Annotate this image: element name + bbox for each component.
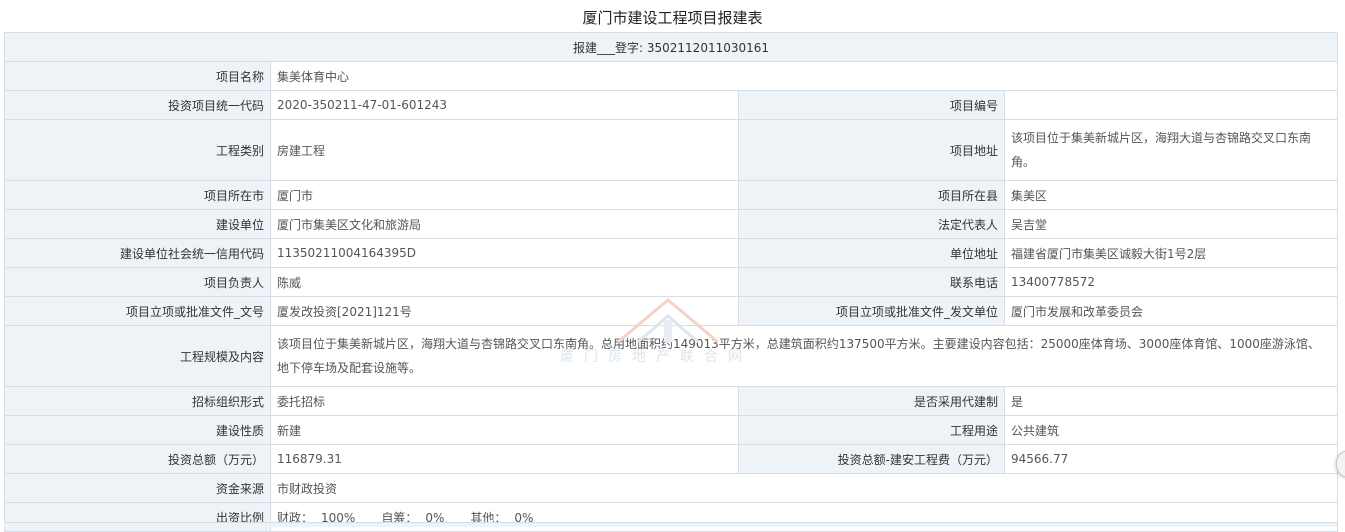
unit-address-value: 福建省厦门市集美区诚毅大街1号2层 <box>1003 238 1339 268</box>
engineering-use-value: 公共建筑 <box>1003 415 1339 445</box>
registration-number-cell: 报建___登字: 3502112011030161 <box>3 32 1339 62</box>
total-investment-value: 116879.31 <box>270 444 739 474</box>
engineering-category-label: 工程类别 <box>4 119 271 181</box>
table-row: 招标组织形式 委托招标 是否采用代建制 是 <box>4 386 1339 416</box>
investment-code-label: 投资项目统一代码 <box>4 90 271 120</box>
construction-cost-label: 投资总额-建安工程费（万元） <box>738 444 1005 474</box>
construction-unit-label: 建设单位 <box>4 209 271 239</box>
engineering-use-label: 工程用途 <box>738 415 1005 445</box>
construction-nature-value: 新建 <box>270 415 739 445</box>
unit-address-label: 单位地址 <box>738 238 1005 268</box>
funding-ratio-label: 出资比例 <box>4 502 271 532</box>
engineering-category-value: 房建工程 <box>270 119 739 181</box>
table-row: 资金来源 市财政投资 <box>4 473 1339 503</box>
table-bottom-edge <box>4 522 1337 527</box>
contact-phone-label: 联系电话 <box>738 267 1005 297</box>
table-row: 建设单位社会统一信用代码 11350211004164395D 单位地址 福建省… <box>4 238 1339 268</box>
table-row: 项目立项或批准文件_文号 厦发改投资[2021]121号 项目立项或批准文件_发… <box>4 296 1339 326</box>
table-row: 建设性质 新建 工程用途 公共建筑 <box>4 415 1339 445</box>
project-number-label: 项目编号 <box>738 90 1005 120</box>
project-name-label: 项目名称 <box>4 61 271 91</box>
agent-system-value: 是 <box>1003 386 1339 416</box>
registration-row: 报建___登字: 3502112011030161 <box>3 32 1339 62</box>
construction-nature-label: 建设性质 <box>4 415 271 445</box>
legal-rep-label: 法定代表人 <box>738 209 1005 239</box>
project-county-value: 集美区 <box>1003 180 1339 210</box>
scale-content-label: 工程规模及内容 <box>4 325 271 387</box>
scale-content-value: 该项目位于集美新城片区，海翔大道与杏锦路交叉口东南角。总用地面积约149013平… <box>269 325 1339 387</box>
table-row: 出资比例 财政： 100% 自筹： 0% 其他： 0% <box>4 502 1339 532</box>
table-row: 投资项目统一代码 2020-350211-47-01-601243 项目编号 <box>4 90 1339 120</box>
approval-doc-no-value: 厦发改投资[2021]121号 <box>270 296 739 326</box>
agent-system-label: 是否采用代建制 <box>738 386 1005 416</box>
tender-form-label: 招标组织形式 <box>4 386 271 416</box>
fund-source-label: 资金来源 <box>4 473 271 503</box>
approval-issuer-label: 项目立项或批准文件_发文单位 <box>738 296 1005 326</box>
fund-source-value: 市财政投资 <box>269 473 1339 503</box>
project-address-label: 项目地址 <box>738 119 1005 181</box>
project-city-label: 项目所在市 <box>4 180 271 210</box>
legal-rep-value: 吴吉堂 <box>1003 209 1339 239</box>
table-row: 建设单位 厦门市集美区文化和旅游局 法定代表人 吴吉堂 <box>4 209 1339 239</box>
contact-phone-value: 13400778572 <box>1003 267 1339 297</box>
credit-code-value: 11350211004164395D <box>270 238 739 268</box>
investment-code-value: 2020-350211-47-01-601243 <box>270 90 739 120</box>
approval-doc-no-label: 项目立项或批准文件_文号 <box>4 296 271 326</box>
project-address-value: 该项目位于集美新城片区，海翔大道与杏锦路交叉口东南角。 <box>1003 119 1339 181</box>
funding-ratio-value: 财政： 100% 自筹： 0% 其他： 0% <box>269 502 1339 532</box>
tender-form-value: 委托招标 <box>270 386 739 416</box>
project-registration-table: 报建___登字: 3502112011030161 项目名称 集美体育中心 投资… <box>3 32 1339 532</box>
project-city-value: 厦门市 <box>270 180 739 210</box>
project-name-value: 集美体育中心 <box>269 61 1339 91</box>
project-leader-value: 陈威 <box>270 267 739 297</box>
registration-number: 3502112011030161 <box>646 40 770 55</box>
table-row: 投资总额（万元） 116879.31 投资总额-建安工程费（万元） 94566.… <box>4 444 1339 474</box>
total-investment-label: 投资总额（万元） <box>4 444 271 474</box>
project-number-value <box>1003 90 1339 120</box>
table-row: 项目所在市 厦门市 项目所在县 集美区 <box>4 180 1339 210</box>
table-row: 项目负责人 陈威 联系电话 13400778572 <box>4 267 1339 297</box>
approval-issuer-value: 厦门市发展和改革委员会 <box>1003 296 1339 326</box>
page-title: 厦门市建设工程项目报建表 <box>582 9 763 27</box>
table-row: 项目名称 集美体育中心 <box>4 61 1339 91</box>
credit-code-label: 建设单位社会统一信用代码 <box>4 238 271 268</box>
table-row: 工程类别 房建工程 项目地址 该项目位于集美新城片区，海翔大道与杏锦路交叉口东南… <box>4 119 1339 181</box>
construction-cost-value: 94566.77 <box>1003 444 1339 474</box>
project-leader-label: 项目负责人 <box>4 267 271 297</box>
project-county-label: 项目所在县 <box>738 180 1005 210</box>
construction-unit-value: 厦门市集美区文化和旅游局 <box>270 209 739 239</box>
table-row: 工程规模及内容 该项目位于集美新城片区，海翔大道与杏锦路交叉口东南角。总用地面积… <box>4 325 1339 387</box>
registration-label: 报建___登字: <box>573 40 644 55</box>
